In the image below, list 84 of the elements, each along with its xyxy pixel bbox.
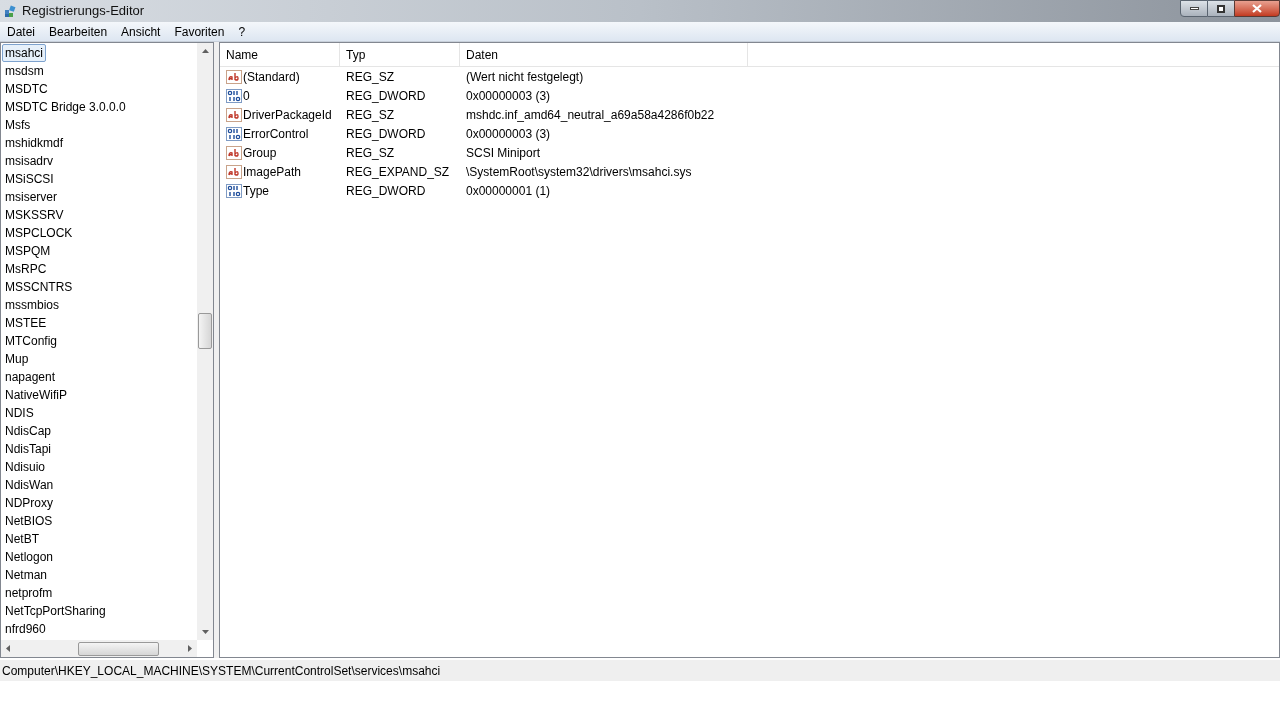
value-data: 0x00000003 (3)	[465, 125, 552, 143]
key-path: Computer\HKEY_LOCAL_MACHINE\SYSTEM\CurrentControlSet\services\msahci	[2, 662, 441, 680]
menu-item[interactable]: Favoriten	[167, 22, 232, 41]
value-type: REG_DWORD	[345, 87, 427, 105]
tree-item[interactable]: Netman	[2, 566, 51, 584]
tree-item[interactable]: NDIS	[2, 404, 37, 422]
tree-item[interactable]: msahci	[2, 44, 46, 62]
value-data: \SystemRoot\system32\drivers\msahci.sys	[465, 163, 693, 181]
value-name[interactable]: Group	[243, 143, 277, 162]
value-type: REG_SZ	[345, 144, 395, 162]
value-type: REG_SZ	[345, 106, 395, 124]
scroll-down-icon[interactable]	[201, 629, 209, 635]
binary-value-icon	[226, 126, 242, 141]
tree-item[interactable]: NDProxy	[2, 494, 56, 512]
tree-item[interactable]: MSKSSRV	[2, 206, 67, 224]
scroll-left-icon[interactable]	[5, 645, 11, 652]
tree-item[interactable]: MSiSCSI	[2, 170, 57, 188]
menu-item[interactable]: Bearbeiten	[42, 22, 115, 41]
tree-item[interactable]: NetBT	[2, 530, 42, 548]
value-data: 0x00000003 (3)	[465, 87, 552, 105]
tree-item[interactable]: MSDTC	[2, 80, 51, 98]
value-name[interactable]: (Standard)	[243, 67, 300, 86]
tree-item[interactable]: netprofm	[2, 584, 56, 602]
value-data: 0x00000001 (1)	[465, 182, 552, 200]
tree-item[interactable]: NdisTapi	[2, 440, 55, 458]
tree-item[interactable]: NetBIOS	[2, 512, 56, 530]
string-value-icon	[226, 69, 242, 84]
value-data: mshdc.inf_amd64_neutral_a69a58a4286f0b22	[465, 106, 716, 124]
value-type: REG_DWORD	[345, 182, 427, 200]
restore-button[interactable]	[1208, 0, 1234, 17]
string-value-icon	[226, 164, 242, 179]
tree-item[interactable]: NetTcpPortSharing	[2, 602, 109, 620]
value-name[interactable]: ErrorControl	[243, 124, 309, 143]
column-header[interactable]: Typ	[340, 43, 460, 66]
value-name[interactable]: DriverPackageId	[243, 105, 332, 124]
tree-item[interactable]: napagent	[2, 368, 59, 386]
horizontal-scrollbar[interactable]	[1, 640, 197, 657]
close-icon	[1252, 4, 1262, 13]
tree-item[interactable]: msiserver	[2, 188, 60, 206]
column-header[interactable]: Name	[220, 43, 340, 66]
scroll-right-icon[interactable]	[187, 645, 193, 652]
minimize-button[interactable]	[1180, 0, 1208, 17]
string-value-icon	[226, 145, 242, 160]
value-type: REG_SZ	[345, 68, 395, 86]
tree-item[interactable]: mssmbios	[2, 296, 62, 314]
value-name[interactable]: Type	[243, 181, 269, 200]
vertical-scrollbar[interactable]	[197, 43, 213, 640]
tree-item[interactable]: Msfs	[2, 116, 34, 134]
tree-item[interactable]: MsRPC	[2, 260, 50, 278]
tree-item[interactable]: MSDTC Bridge 3.0.0.0	[2, 98, 129, 116]
menu-item[interactable]: Ansicht	[114, 22, 168, 41]
tree-item[interactable]: MSPCLOCK	[2, 224, 76, 242]
window-title: Registrierungs-Editor	[22, 2, 145, 21]
tree-item[interactable]: MSPQM	[2, 242, 54, 260]
column-header[interactable]: Daten	[460, 43, 748, 66]
menu-item[interactable]: Datei	[0, 22, 42, 41]
tree-item[interactable]: MSSCNTRS	[2, 278, 76, 296]
tree-item[interactable]: NdisWan	[2, 476, 57, 494]
binary-value-icon	[226, 88, 242, 103]
value-type: REG_DWORD	[345, 125, 427, 143]
binary-value-icon	[226, 183, 242, 198]
value-data: (Wert nicht festgelegt)	[465, 68, 585, 86]
value-data: SCSI Miniport	[465, 144, 542, 162]
menu-item[interactable]: ?	[231, 22, 253, 41]
tree-item[interactable]: NativeWifiP	[2, 386, 70, 404]
registry-app-icon	[4, 4, 18, 18]
tree-item[interactable]: Netlogon	[2, 548, 57, 566]
value-name[interactable]: ImagePath	[243, 162, 302, 181]
tree-item[interactable]: NdisCap	[2, 422, 55, 440]
tree-item[interactable]: Ndisuio	[2, 458, 49, 476]
scrollbar-thumb[interactable]	[78, 641, 159, 656]
tree-item[interactable]: MSTEE	[2, 314, 50, 332]
tree-item[interactable]: msdsm	[2, 62, 47, 80]
string-value-icon	[226, 107, 242, 122]
value-name[interactable]: 0	[243, 86, 250, 105]
tree-item[interactable]: nfrd960	[2, 620, 49, 638]
scrollbar-thumb[interactable]	[198, 313, 212, 349]
tree-item[interactable]: mshidkmdf	[2, 134, 66, 152]
tree-item[interactable]: msisadrv	[2, 152, 56, 170]
close-button[interactable]	[1234, 0, 1280, 17]
scroll-up-icon[interactable]	[201, 48, 209, 54]
value-type: REG_EXPAND_SZ	[345, 163, 451, 181]
tree-item[interactable]: Mup	[2, 350, 32, 368]
tree-item[interactable]: MTConfig	[2, 332, 60, 350]
